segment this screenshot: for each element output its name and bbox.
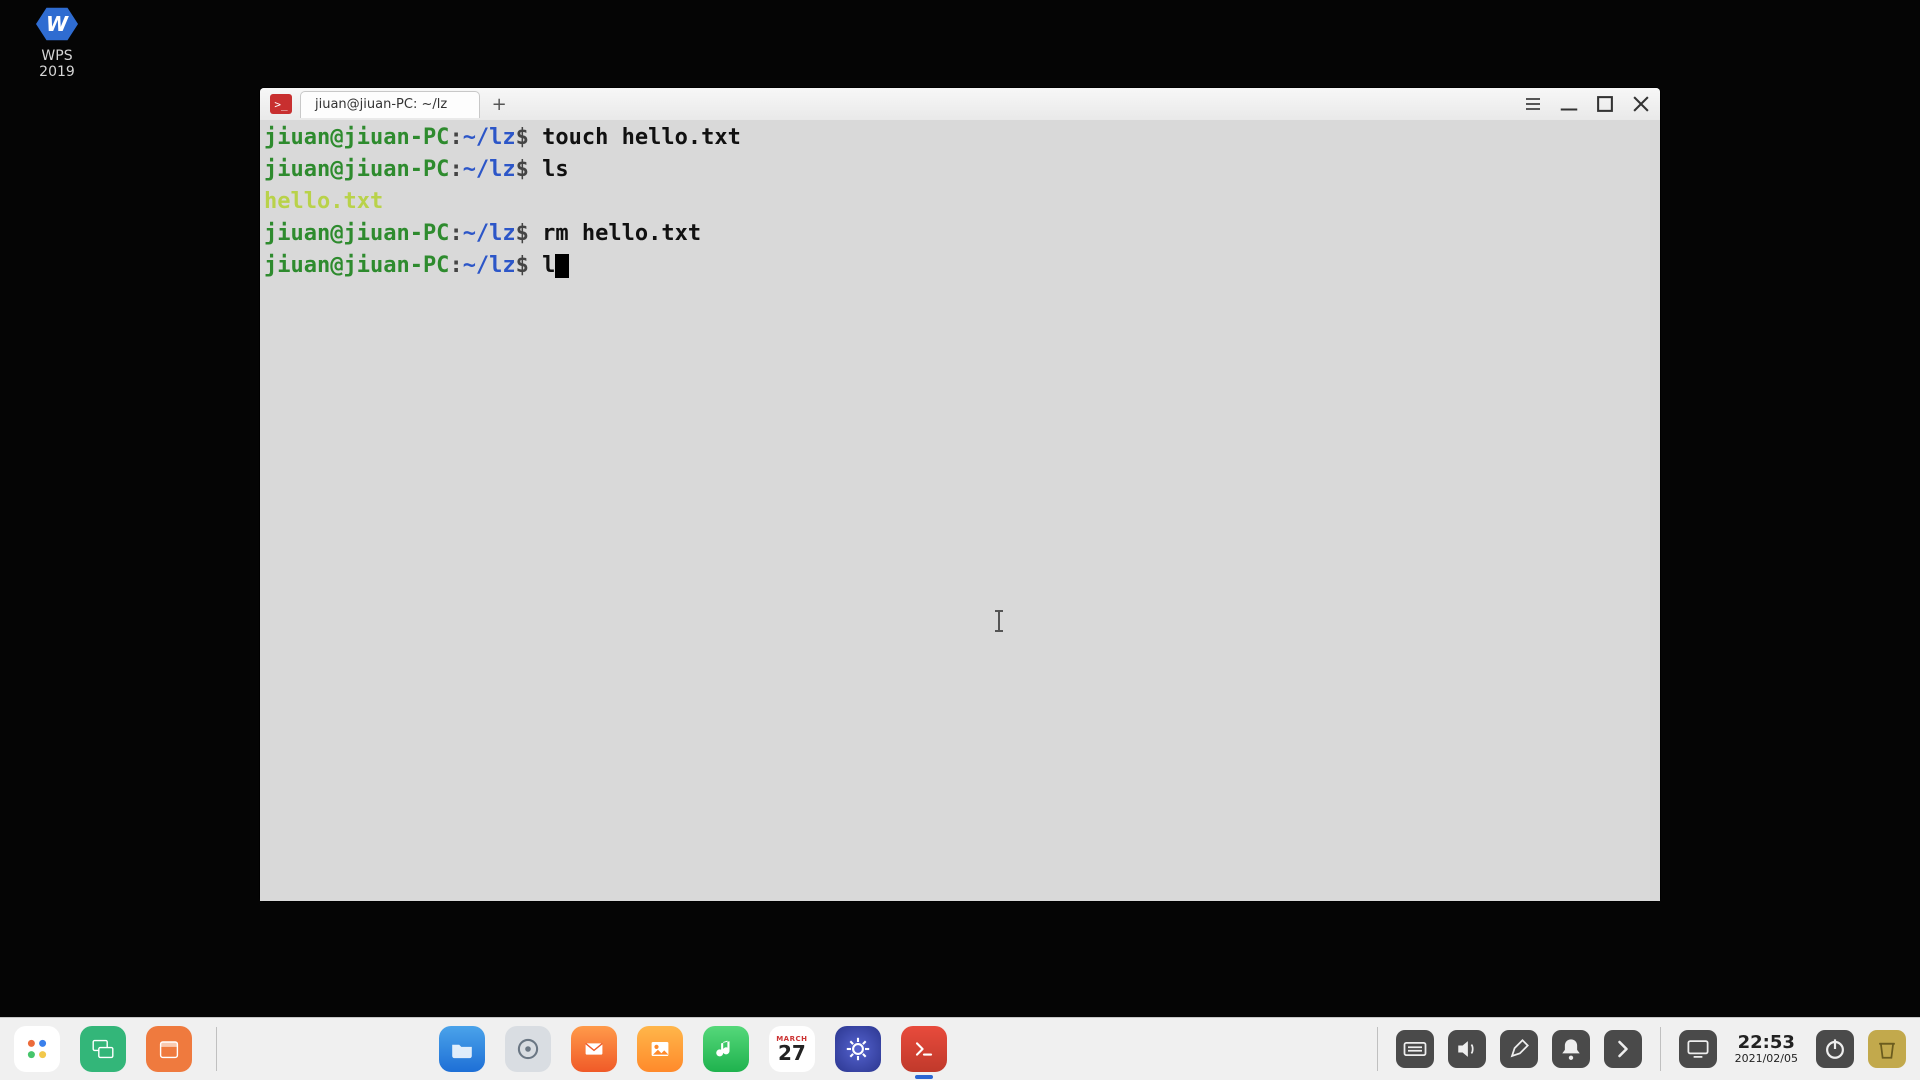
- store-icon: [155, 1035, 183, 1063]
- bell-icon: [1557, 1035, 1585, 1063]
- keyboard-tray-button[interactable]: [1396, 1030, 1434, 1068]
- taskbar: MARCH 27: [0, 1017, 1920, 1080]
- trash-tray-button[interactable]: [1868, 1030, 1906, 1068]
- wps-label-2: 2019: [12, 64, 102, 80]
- terminal-body[interactable]: jiuan@jiuan-PC:~/lz$ touch hello.txtjiua…: [260, 120, 1660, 901]
- volume-tray-button[interactable]: [1448, 1030, 1486, 1068]
- mail-button[interactable]: [571, 1026, 617, 1072]
- next-tray-button[interactable]: [1604, 1030, 1642, 1068]
- keyboard-icon: [1401, 1035, 1429, 1063]
- terminal-dock-button[interactable]: [901, 1026, 947, 1072]
- close-icon: [1630, 93, 1652, 115]
- desktop-icon-glyph: [1684, 1035, 1712, 1063]
- minimize-icon: [1558, 93, 1580, 115]
- browser-icon: [514, 1035, 542, 1063]
- volume-icon: [1453, 1035, 1481, 1063]
- desktop-tray-button[interactable]: [1679, 1030, 1717, 1068]
- file-manager-icon: [448, 1035, 476, 1063]
- launcher-icon: [23, 1035, 51, 1063]
- power-tray-button[interactable]: [1816, 1030, 1854, 1068]
- minimize-button[interactable]: [1558, 93, 1580, 115]
- gear-icon: [844, 1035, 872, 1063]
- notifications-tray-button[interactable]: [1552, 1030, 1590, 1068]
- terminal-output-line: hello.txt: [264, 186, 1656, 218]
- mail-icon: [580, 1035, 608, 1063]
- new-tab-button[interactable]: +: [486, 91, 512, 117]
- music-icon: [712, 1035, 740, 1063]
- dock-divider-left: [216, 1027, 217, 1071]
- workspace-icon: [89, 1035, 117, 1063]
- terminal-app-glyph: >_: [274, 98, 287, 111]
- browser-button[interactable]: [505, 1026, 551, 1072]
- launcher-button[interactable]: [14, 1026, 60, 1072]
- wps-glyph: W: [46, 12, 68, 36]
- calendar-button[interactable]: MARCH 27: [769, 1026, 815, 1072]
- desktop-icon-wps[interactable]: W WPS 2019: [12, 6, 102, 80]
- terminal-prompt-line: jiuan@jiuan-PC:~/lz$ touch hello.txt: [264, 122, 1656, 154]
- terminal-prompt-line: jiuan@jiuan-PC:~/lz$ l: [264, 250, 1656, 282]
- tab-active[interactable]: jiuan@jiuan-PC: ~/lz: [300, 91, 480, 118]
- power-icon: [1821, 1035, 1849, 1063]
- calendar-day: 27: [778, 1043, 806, 1063]
- window-controls: [1522, 88, 1652, 120]
- tab-title: jiuan@jiuan-PC: ~/lz: [315, 97, 447, 112]
- file-manager-button[interactable]: [439, 1026, 485, 1072]
- terminal-icon: [910, 1035, 938, 1063]
- edit-tray-button[interactable]: [1500, 1030, 1538, 1068]
- clock-date: 2021/02/05: [1735, 1053, 1798, 1065]
- terminal-cursor: [555, 254, 569, 278]
- settings-button[interactable]: [835, 1026, 881, 1072]
- workspace-button[interactable]: [80, 1026, 126, 1072]
- text-cursor-ibeam: [998, 610, 1000, 632]
- clock-time: 22:53: [1738, 1034, 1795, 1053]
- wps-icon: W: [36, 6, 78, 42]
- chevron-right-icon: [1609, 1035, 1637, 1063]
- terminal-prompt-line: jiuan@jiuan-PC:~/lz$ rm hello.txt: [264, 218, 1656, 250]
- image-icon: [646, 1035, 674, 1063]
- hamburger-icon: [1526, 98, 1540, 110]
- terminal-prompt-line: jiuan@jiuan-PC:~/lz$ ls: [264, 154, 1656, 186]
- maximize-icon: [1594, 93, 1616, 115]
- pencil-icon: [1505, 1035, 1533, 1063]
- running-indicator: [915, 1075, 933, 1079]
- maximize-button[interactable]: [1594, 93, 1616, 115]
- titlebar[interactable]: >_ jiuan@jiuan-PC: ~/lz +: [260, 88, 1660, 120]
- dock-divider-right-1: [1377, 1027, 1378, 1071]
- plus-icon: +: [492, 94, 507, 115]
- dock-divider-right-2: [1660, 1027, 1661, 1071]
- terminal-window: >_ jiuan@jiuan-PC: ~/lz + jiuan@jiuan-PC…: [260, 88, 1660, 901]
- image-viewer-button[interactable]: [637, 1026, 683, 1072]
- app-store-button[interactable]: [146, 1026, 192, 1072]
- menu-button[interactable]: [1522, 93, 1544, 115]
- wps-label-1: WPS: [12, 48, 102, 64]
- trash-icon: [1873, 1035, 1901, 1063]
- music-button[interactable]: [703, 1026, 749, 1072]
- close-button[interactable]: [1630, 93, 1652, 115]
- terminal-app-icon: >_: [270, 94, 292, 114]
- clock[interactable]: 22:53 2021/02/05: [1731, 1034, 1802, 1064]
